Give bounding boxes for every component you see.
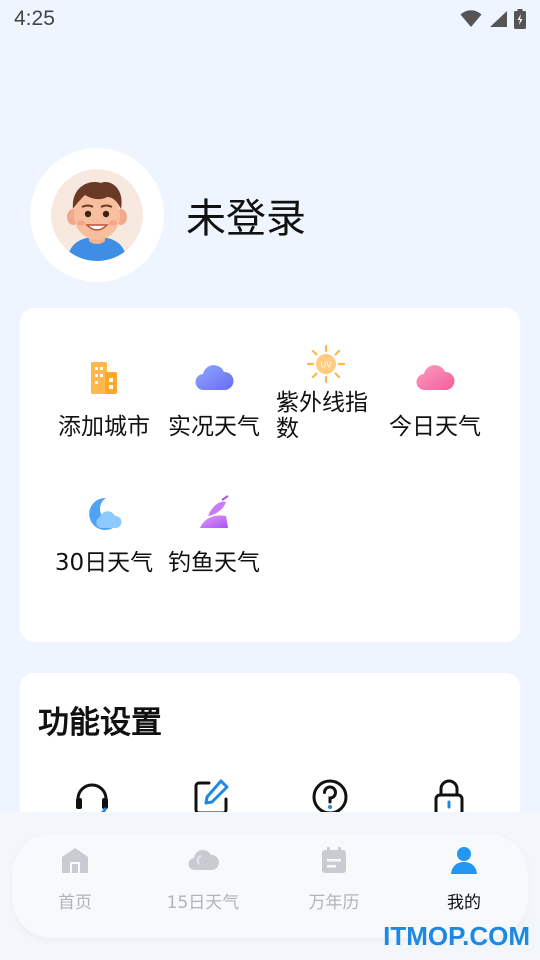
quick-action-today-weather[interactable]: 今日天气 xyxy=(380,358,490,440)
svg-text:UV: UV xyxy=(320,361,332,370)
avatar-ring[interactable] xyxy=(30,148,164,282)
quick-action-label: 添加城市 xyxy=(58,414,150,440)
username-label[interactable]: 未登录 xyxy=(186,186,306,244)
fishing-icon xyxy=(200,495,229,528)
tab-home[interactable]: 首页 xyxy=(25,844,125,913)
quick-action-label: 今日天气 xyxy=(389,414,481,440)
quick-action-uv-index[interactable]: UV 紫外线指数 xyxy=(271,344,381,442)
bottom-tab-area: 首页 15日天气 万年历 我的 ITMOP.COM xyxy=(0,812,540,960)
user-icon xyxy=(451,847,477,874)
status-time: 4:25 xyxy=(14,7,55,30)
moon-cloud-icon xyxy=(89,497,122,530)
quick-actions-grid: 添加城市 实况天气 UV 紫外线指数 今日天气 30日天气 钓鱼天气 xyxy=(20,308,520,642)
watermark-text: ITMOP.COM xyxy=(383,921,530,951)
quick-action-label: 实况天气 xyxy=(168,414,260,440)
tab-label: 15日天气 xyxy=(166,893,240,913)
tab-label: 万年历 xyxy=(308,893,360,913)
signal-icon xyxy=(490,11,507,27)
uv-sun-icon: UV xyxy=(306,344,346,384)
tab-mine[interactable]: 我的 xyxy=(414,844,514,913)
tab-label: 首页 xyxy=(58,893,92,913)
quick-action-add-city[interactable]: 添加城市 xyxy=(49,358,159,440)
profile-header[interactable]: 未登录 xyxy=(30,148,306,282)
quick-action-label: 30日天气 xyxy=(54,550,154,576)
home-icon xyxy=(62,848,88,873)
settings-title: 功能设置 xyxy=(38,705,162,741)
cloud-tab-icon xyxy=(188,850,219,871)
quick-action-30day-weather[interactable]: 30日天气 xyxy=(49,494,159,576)
quick-action-label: 紫外线指数 xyxy=(276,390,368,442)
status-bar: 4:25 xyxy=(0,0,540,38)
cloud-icon xyxy=(195,365,234,391)
quick-action-label: 钓鱼天气 xyxy=(168,550,260,576)
quick-action-live-weather[interactable]: 实况天气 xyxy=(159,358,269,440)
help-icon[interactable] xyxy=(310,777,350,817)
tab-calendar[interactable]: 万年历 xyxy=(284,844,384,913)
tab-label: 我的 xyxy=(447,893,481,913)
building-icon xyxy=(91,362,117,394)
quick-action-fishing-weather[interactable]: 钓鱼天气 xyxy=(159,494,269,576)
edit-icon[interactable] xyxy=(191,777,231,817)
settings-card: 功能设置 xyxy=(20,673,520,823)
headset-icon[interactable] xyxy=(72,777,112,817)
battery-icon xyxy=(514,9,526,29)
quick-actions-card: 添加城市 实况天气 UV 紫外线指数 今日天气 30日天气 钓鱼天气 xyxy=(20,308,520,642)
tab-15day-weather[interactable]: 15日天气 xyxy=(153,844,253,913)
status-icons xyxy=(460,9,526,29)
wifi-icon xyxy=(460,10,482,27)
calendar-icon xyxy=(322,847,346,873)
avatar xyxy=(51,169,143,261)
lock-icon[interactable] xyxy=(429,777,469,817)
pink-cloud-icon xyxy=(416,365,455,391)
